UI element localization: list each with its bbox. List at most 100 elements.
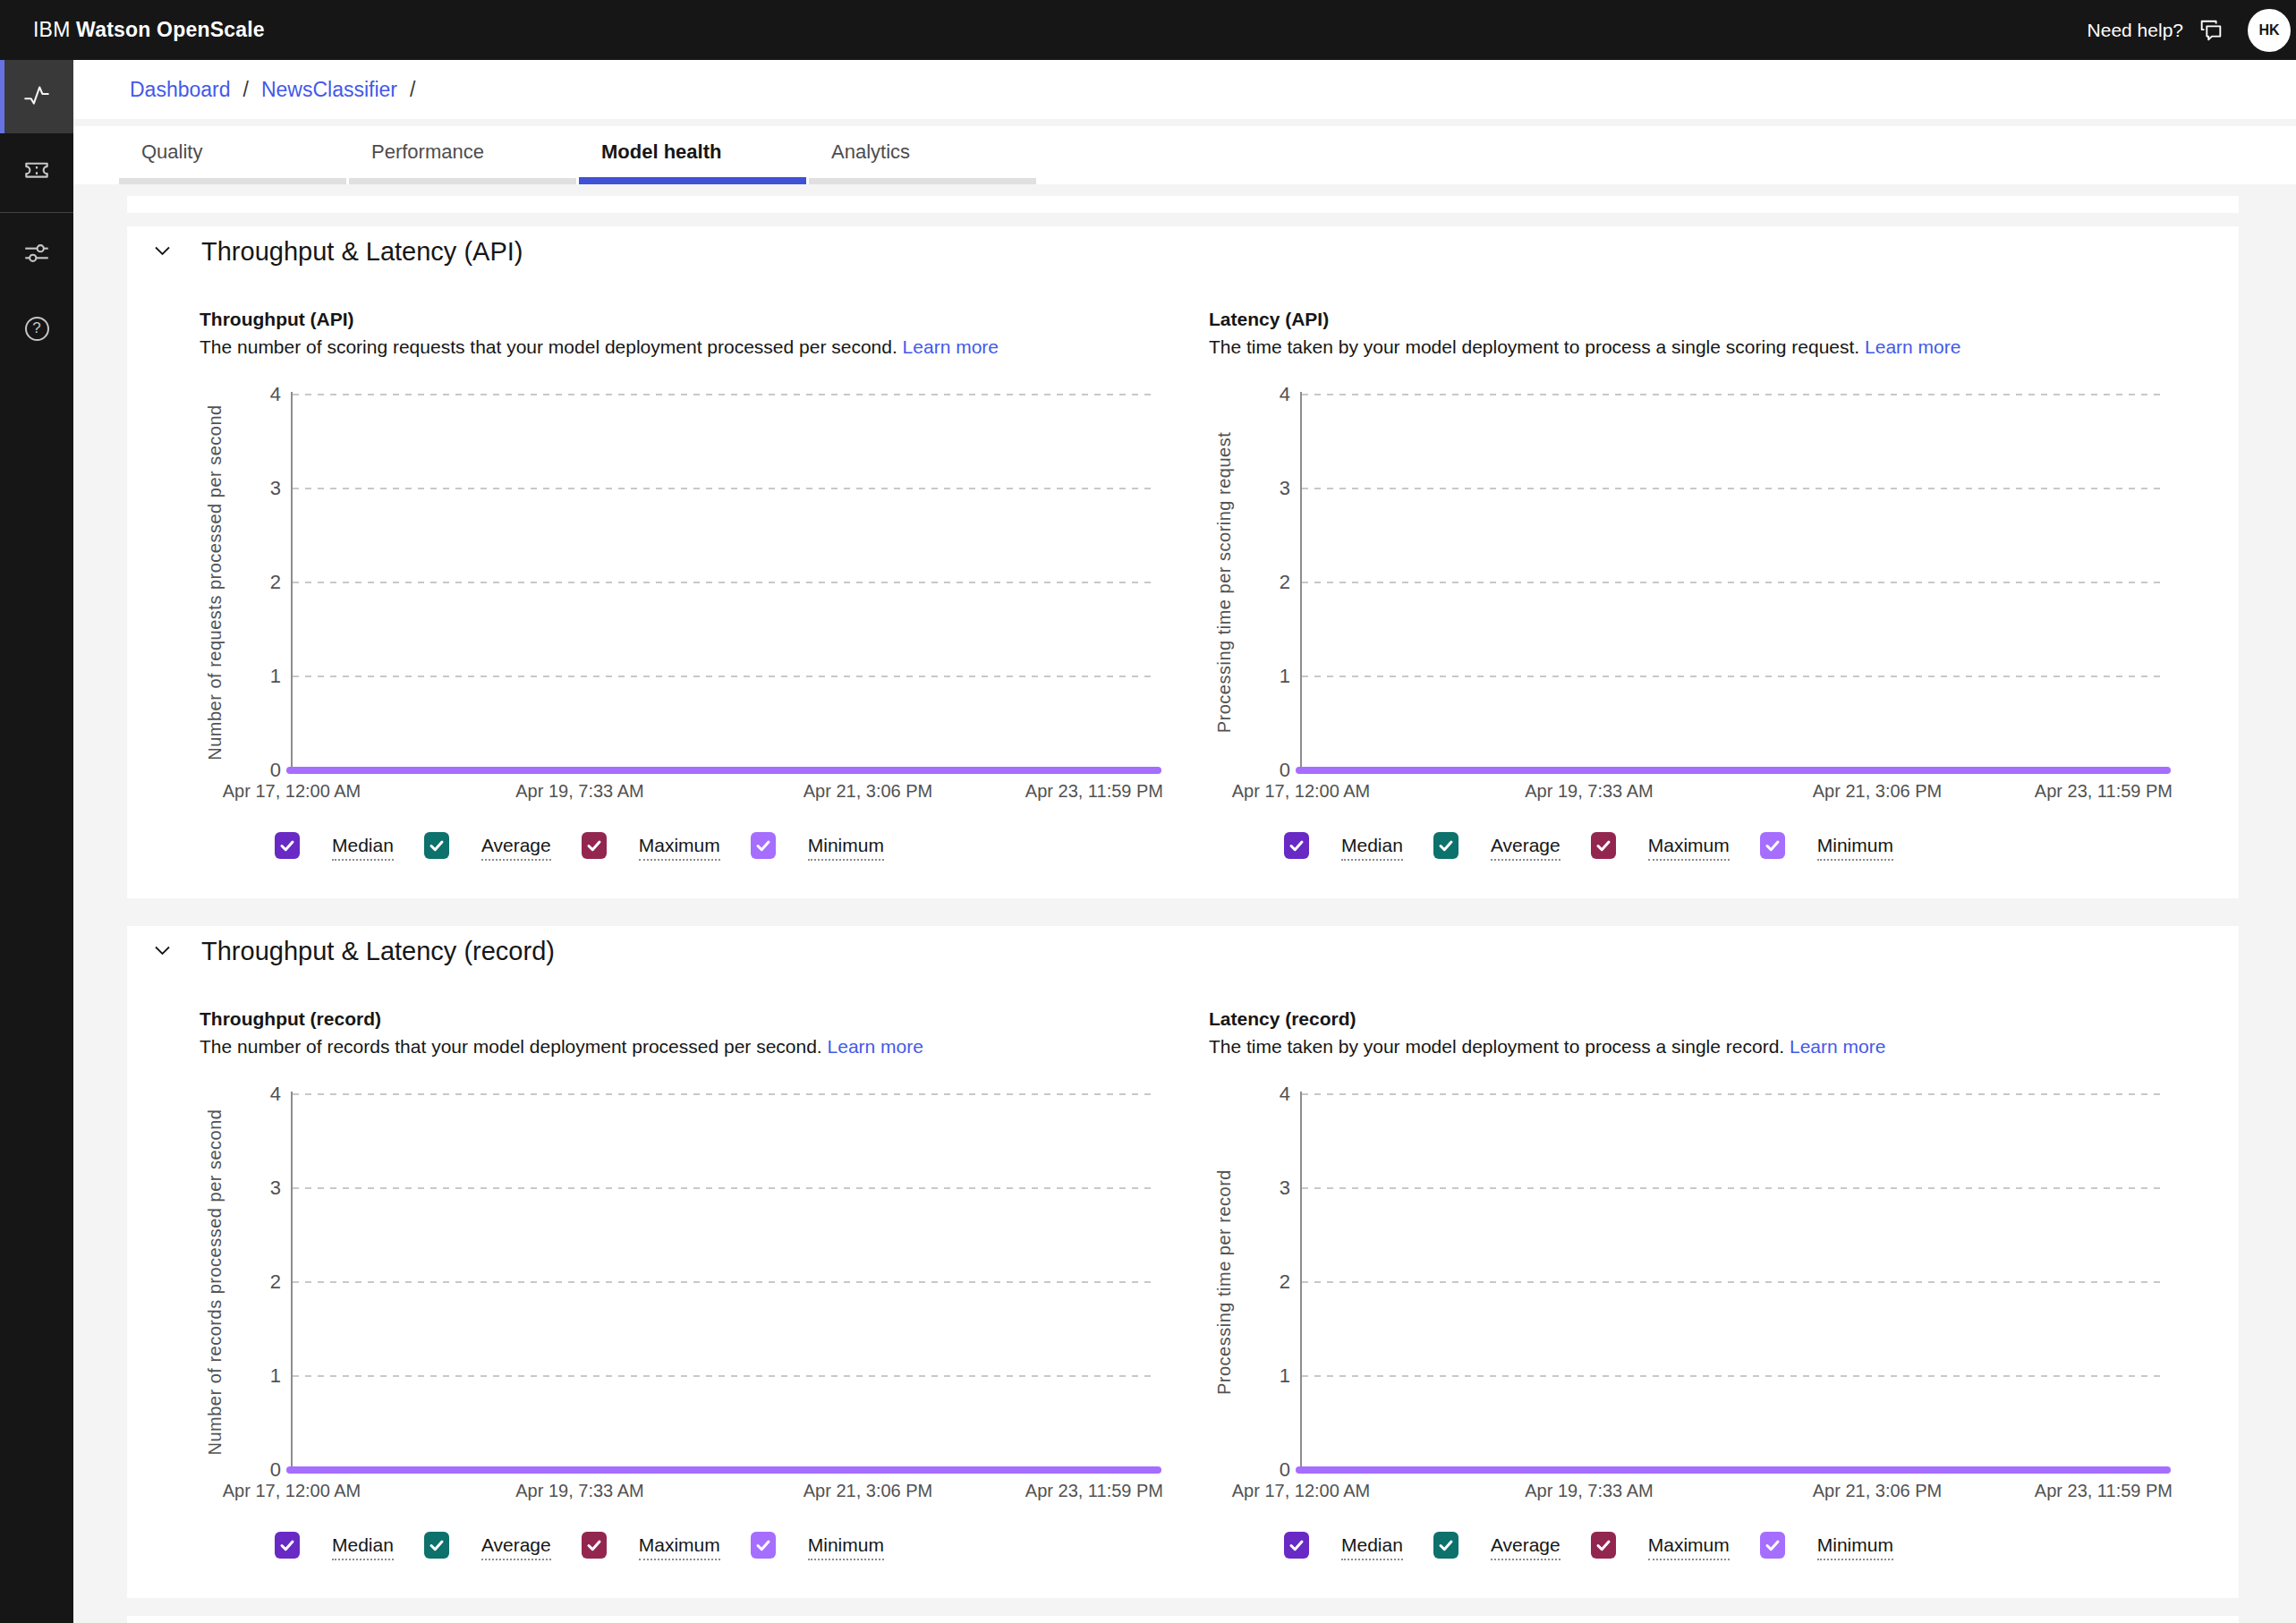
x-tick-label: Apr 17, 12:00 AM	[175, 1479, 408, 1502]
tab-quality[interactable]: Quality	[119, 126, 346, 184]
y-axis-line	[1300, 1092, 1302, 1473]
x-tick-label: Apr 19, 7:33 AM	[463, 1479, 696, 1502]
legend-label[interactable]: Median	[1341, 835, 1403, 861]
tab-underline	[809, 178, 1036, 184]
breadcrumb-newsclassifier[interactable]: NewsClassifier	[261, 78, 397, 102]
need-help-link[interactable]: Need help?	[2088, 20, 2183, 41]
gridline	[1302, 1187, 2166, 1189]
legend-checkbox[interactable]	[1284, 1532, 1309, 1559]
legend-checkbox[interactable]	[582, 832, 607, 859]
legend-checkbox[interactable]	[275, 832, 300, 859]
legend-label[interactable]: Maximum	[1648, 835, 1730, 861]
tab-model-health[interactable]: Model health	[579, 126, 806, 184]
y-tick-label: 4	[227, 382, 281, 407]
legend-label[interactable]: Maximum	[639, 835, 720, 861]
x-tick-label: Apr 23, 11:59 PM	[931, 779, 1163, 803]
y-tick-label: 4	[1237, 382, 1290, 407]
chart-description-text: The number of records that your model de…	[200, 1036, 822, 1057]
x-tick-label: Apr 17, 12:00 AM	[175, 779, 408, 803]
x-tick-label: Apr 23, 11:59 PM	[1940, 779, 2173, 803]
legend-item: Minimum	[1760, 1532, 1893, 1560]
y-tick-label: 4	[1237, 1082, 1290, 1107]
x-tick-label: Apr 19, 7:33 AM	[463, 779, 696, 803]
chevron-down-icon[interactable]	[155, 941, 171, 959]
legend-label[interactable]: Maximum	[1648, 1534, 1730, 1560]
brand-name: Watson OpenScale	[76, 18, 265, 41]
tab-underline	[579, 177, 806, 184]
y-axis-title: Processing time per scoring request	[1214, 359, 1237, 806]
y-axis-line	[291, 392, 293, 773]
legend-label[interactable]: Minimum	[808, 835, 884, 861]
learn-more-link[interactable]: Learn more	[828, 1036, 923, 1057]
tab-label: Performance	[371, 140, 484, 164]
sidebar-item-monitors[interactable]	[0, 60, 73, 133]
legend-checkbox[interactable]	[1760, 1532, 1785, 1559]
sidebar-item-help[interactable]: ?	[0, 292, 73, 365]
learn-more-link[interactable]: Learn more	[1790, 1036, 1885, 1057]
y-tick-label: 3	[1237, 1176, 1290, 1201]
sidebar-item-support[interactable]	[0, 133, 73, 207]
avatar[interactable]: HK	[2248, 9, 2291, 52]
section-card-api: Throughput & Latency (API)Throughput (AP…	[127, 226, 2239, 898]
chart-description-text: The number of scoring requests that your…	[200, 336, 897, 357]
tab-underline	[119, 178, 346, 184]
chevron-down-icon[interactable]	[155, 242, 171, 259]
legend-label[interactable]: Minimum	[1817, 835, 1893, 861]
legend-checkbox[interactable]	[424, 832, 449, 859]
learn-more-link[interactable]: Learn more	[903, 336, 999, 357]
sidebar: ?	[0, 60, 73, 1623]
breadcrumb-separator: /	[410, 78, 415, 102]
gridline	[1302, 394, 2166, 395]
legend-checkbox[interactable]	[1591, 832, 1616, 859]
tab-bar: Quality Performance Model healthAnalytics	[73, 126, 2296, 184]
legend-item: Minimum	[751, 1532, 884, 1560]
breadcrumb: Dashboard / NewsClassifier /	[130, 78, 415, 102]
gridline	[293, 582, 1157, 583]
legend-label[interactable]: Average	[481, 1534, 551, 1560]
legend-checkbox[interactable]	[1284, 832, 1309, 859]
gridline	[293, 1375, 1157, 1377]
data-line	[286, 767, 1161, 774]
breadcrumb-bar: Dashboard / NewsClassifier /	[73, 60, 2296, 119]
learn-more-link[interactable]: Learn more	[1865, 336, 1960, 357]
legend-item: Maximum	[582, 832, 720, 861]
tab-analytics[interactable]: Analytics	[809, 126, 1036, 184]
y-tick-label: 2	[1237, 1270, 1290, 1295]
legend-checkbox[interactable]	[1591, 1532, 1616, 1559]
breadcrumb-dashboard[interactable]: Dashboard	[130, 78, 231, 102]
data-line	[1296, 1466, 2171, 1474]
legend-checkbox[interactable]	[751, 832, 776, 859]
legend-label[interactable]: Median	[332, 1534, 394, 1560]
legend-checkbox[interactable]	[582, 1532, 607, 1559]
legend-checkbox[interactable]	[1433, 1532, 1458, 1559]
legend-label[interactable]: Maximum	[639, 1534, 720, 1560]
legend-checkbox[interactable]	[751, 1532, 776, 1559]
legend-checkbox[interactable]	[424, 1532, 449, 1559]
legend-checkbox[interactable]	[1760, 832, 1785, 859]
legend-checkbox[interactable]	[1433, 832, 1458, 859]
legend-label[interactable]: Average	[1491, 1534, 1560, 1560]
tabs: Quality Performance Model healthAnalytics	[119, 126, 1039, 184]
legend-label[interactable]: Minimum	[808, 1534, 884, 1560]
y-axis-title: Number of requests processed per second	[205, 359, 228, 806]
tab-performance[interactable]: Performance	[349, 126, 576, 184]
legend-label[interactable]: Average	[481, 835, 551, 861]
data-line	[286, 1466, 1161, 1474]
sidebar-item-configure[interactable]	[0, 218, 73, 292]
legend-label[interactable]: Median	[1341, 1534, 1403, 1560]
legend-label[interactable]: Average	[1491, 835, 1560, 861]
x-tick-label: Apr 23, 11:59 PM	[931, 1479, 1163, 1502]
tab-underline	[349, 178, 576, 184]
app-header: IBM Watson OpenScale Need help? HK	[0, 0, 2296, 60]
legend-label[interactable]: Median	[332, 835, 394, 861]
legend-item: Maximum	[1591, 832, 1730, 861]
y-tick-label: 3	[1237, 476, 1290, 501]
x-tick-label: Apr 19, 7:33 AM	[1473, 779, 1705, 803]
legend-checkbox[interactable]	[275, 1532, 300, 1559]
y-axis-line	[1300, 392, 1302, 773]
chart-description: The number of scoring requests that your…	[200, 335, 999, 360]
section-title: Throughput & Latency (API)	[201, 234, 523, 269]
legend-label[interactable]: Minimum	[1817, 1534, 1893, 1560]
gridline	[293, 394, 1157, 395]
chat-icon[interactable]	[2198, 17, 2224, 44]
